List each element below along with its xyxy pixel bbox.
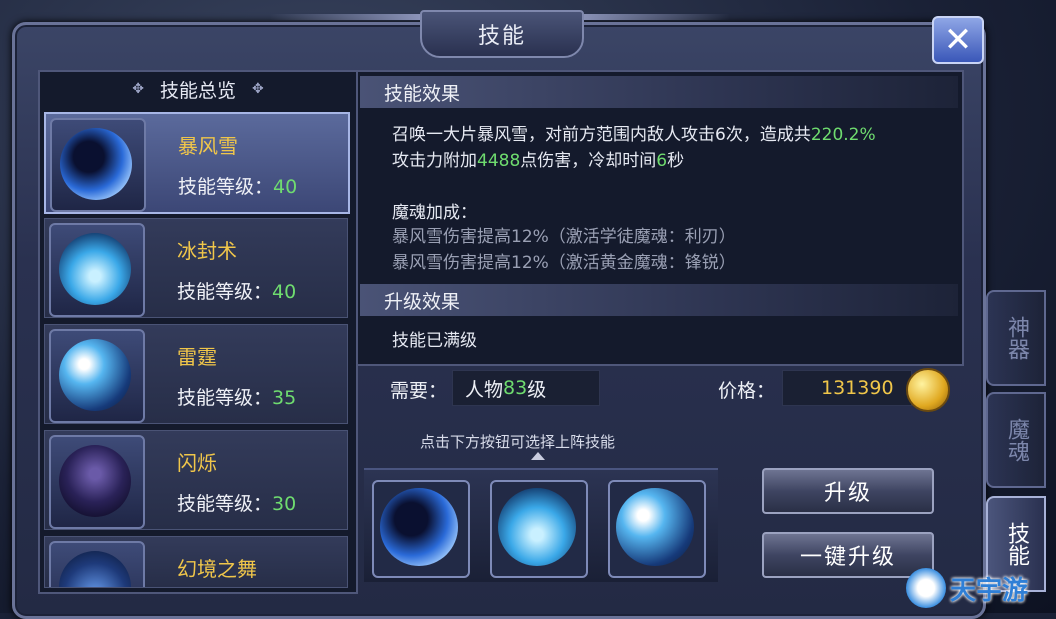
illusion-icon-art [59, 551, 131, 587]
skill-level: 技能等级：30 [177, 493, 297, 515]
tab-soul[interactable]: 魔魂 [986, 392, 1046, 488]
equipped-slot-3[interactable] [608, 480, 706, 578]
frost-skill-icon [498, 488, 576, 566]
effect-line-1: 召唤一大片暴风雪，对前方范围内敌人攻击6次，造成共220.2% [392, 125, 876, 145]
frost-icon-art [59, 233, 131, 305]
soul-bonus-title: 魔魂加成： [392, 203, 477, 223]
soul-bonus-line: 暴风雪伤害提高12%（激活学徒魔魂：利刃） [392, 227, 736, 247]
skill-effect-header: 技能效果 [360, 76, 958, 108]
equip-hint: 点击下方按钮可选择上阵技能 [420, 433, 616, 451]
blizzard-icon-art [60, 128, 132, 200]
ornament-icon: ✥ [252, 81, 264, 97]
skill-level: 技能等级：35 [177, 387, 297, 409]
title-ornament-left [270, 14, 420, 20]
soul-bonus-line: 暴风雪伤害提高12%（激活黄金魔魂：锋锐） [392, 253, 736, 273]
thunder-icon-art [59, 339, 131, 411]
skill-level: 技能等级：40 [178, 176, 298, 198]
skill-item-frost[interactable]: 冰封术 技能等级：40 [44, 218, 348, 318]
equipped-slot-2[interactable] [490, 480, 588, 578]
close-button[interactable]: ✕ [932, 16, 984, 64]
skill-overview-header: ✥ 技能总览 ✥ [40, 72, 356, 106]
tab-artifact[interactable]: 神器 [986, 290, 1046, 386]
requirement-value: 人物 83 级 [452, 370, 600, 406]
skill-item-blink[interactable]: 闪烁 技能等级：30 [44, 430, 348, 530]
illusion-dance-skill-icon [49, 541, 145, 587]
close-icon: ✕ [943, 20, 973, 60]
requirement-label: 需要： [390, 380, 448, 402]
skill-name: 闪烁 [177, 451, 217, 475]
skill-detail-panel: 技能效果 召唤一大片暴风雪，对前方范围内敌人攻击6次，造成共220.2% 攻击力… [356, 70, 964, 366]
skill-item-illusion-dance[interactable]: 幻境之舞 [44, 536, 348, 588]
title-ornament-right [580, 14, 730, 20]
gold-coin-icon [906, 368, 950, 412]
blizzard-skill-icon [50, 118, 146, 212]
skill-level: 技能等级：40 [177, 281, 297, 303]
blink-icon-art [59, 445, 131, 517]
watermark-logo-icon [906, 568, 946, 608]
caret-up-icon [531, 452, 545, 460]
skill-name: 冰封术 [177, 239, 237, 263]
ornament-icon: ✥ [132, 81, 144, 97]
skill-name: 雷霆 [177, 345, 217, 369]
frost-skill-icon [49, 223, 145, 317]
skill-overview-title: 技能总览 [159, 79, 236, 102]
skill-name: 幻境之舞 [177, 557, 257, 581]
site-watermark: 天宇游 [906, 564, 1054, 612]
skill-overview-panel: ✥ 技能总览 ✥ 暴风雪 技能等级：40 冰封术 技能等级：40 雷霆 技能等级… [38, 70, 358, 594]
upgrade-effect-header: 升级效果 [360, 284, 958, 316]
effect-line-2: 攻击力附加4488点伤害，冷却时间6秒 [392, 151, 685, 171]
blizzard-skill-icon [380, 488, 458, 566]
skill-item-thunder[interactable]: 雷霆 技能等级：35 [44, 324, 348, 424]
thunder-skill-icon [616, 488, 694, 566]
price-value: 131390 [782, 370, 912, 406]
price-label: 价格： [718, 380, 776, 402]
window-title: 技能 [420, 10, 584, 58]
thunder-skill-icon [49, 329, 145, 423]
skill-item-blizzard[interactable]: 暴风雪 技能等级：40 [44, 112, 350, 214]
equipped-slot-1[interactable] [372, 480, 470, 578]
blink-skill-icon [49, 435, 145, 529]
upgrade-effect-text: 技能已满级 [392, 331, 477, 351]
skill-name: 暴风雪 [178, 134, 238, 158]
upgrade-button[interactable]: 升级 [762, 468, 934, 514]
